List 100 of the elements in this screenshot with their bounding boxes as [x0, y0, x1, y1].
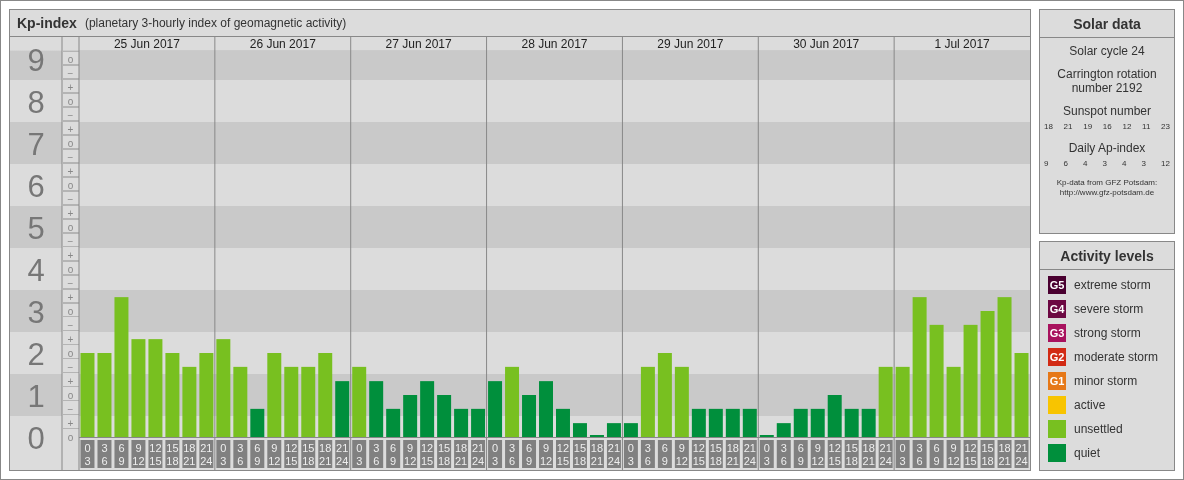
tick-mark: + [67, 81, 74, 93]
tick-mark: o [67, 263, 74, 275]
date-label: 29 Jun 2017 [657, 37, 724, 51]
hour-label: 9 12 [131, 440, 146, 468]
hour-label: 0 3 [352, 440, 367, 468]
hour-label: 15 18 [165, 440, 180, 468]
hour-label: 3 6 [776, 440, 791, 468]
tick-mark: − [67, 67, 74, 79]
tick-mark: o [67, 305, 74, 317]
sunspot-value: 21 [1063, 122, 1073, 131]
hour-label: 9 12 [267, 440, 282, 468]
tick-mark: − [67, 235, 74, 247]
solar-cycle-text: Solar cycle 24 [1069, 44, 1145, 58]
hour-label: 9 12 [403, 440, 418, 468]
axis-label: 9 [27, 42, 45, 78]
hour-label: 15 18 [301, 440, 316, 468]
hour-label: 18 21 [589, 440, 604, 468]
sunspot-value: 19 [1083, 122, 1093, 131]
hour-label: 3 6 [640, 440, 655, 468]
hour-label: 9 12 [539, 440, 553, 468]
hour-label: 15 18 [437, 440, 452, 468]
hour-label: 18 21 [997, 440, 1012, 468]
hour-label: 18 21 [861, 440, 876, 468]
sunspot-value: 18 [1044, 122, 1053, 131]
hour-label: 18 21 [725, 440, 740, 468]
date-label: 26 Jun 2017 [249, 37, 316, 51]
hour-label: 9 12 [810, 440, 825, 468]
tick-mark: + [67, 207, 74, 219]
axis-label: 3 [27, 294, 45, 330]
hour-label: 21 24 [878, 440, 893, 468]
hour-label: 0 3 [895, 440, 910, 468]
level-badge: G3 [1048, 324, 1066, 342]
ap-value: 12 [1161, 159, 1170, 168]
hour-label: 18 21 [318, 440, 333, 468]
ap-value: 9 [1044, 159, 1049, 168]
hour-label: 6 9 [114, 440, 129, 468]
tick-mark: − [67, 109, 74, 121]
level-badge: G1 [1048, 372, 1066, 390]
hour-label: 3 6 [369, 440, 384, 468]
axis-label: 5 [27, 210, 45, 246]
tick-mark: o [67, 431, 74, 443]
hour-label: 18 21 [454, 440, 469, 468]
hour-label: 6 9 [793, 440, 808, 468]
sunspot-value: 11 [1142, 122, 1151, 131]
sunspot-value: 12 [1122, 122, 1132, 131]
tick-mark: o [67, 137, 74, 149]
tick-mark: + [67, 123, 74, 135]
sunspot-value: 16 [1102, 122, 1112, 131]
date-label: 30 Jun 2017 [793, 37, 860, 51]
ap-value: 4 [1083, 159, 1088, 168]
hour-label: 15 18 [708, 440, 723, 468]
ap-value: 3 [1102, 159, 1107, 168]
hour-label: 21 24 [1014, 440, 1029, 468]
hour-label: 21 24 [471, 440, 486, 468]
date-label: 27 Jun 2017 [385, 37, 452, 51]
legend-label: active [1074, 398, 1106, 412]
axis-label: 4 [27, 252, 45, 288]
tick-mark: o [67, 95, 74, 107]
tick-mark: + [67, 291, 74, 303]
legend-label: extreme storm [1074, 278, 1151, 292]
tick-mark: − [67, 151, 74, 163]
hour-label: 3 6 [97, 440, 112, 468]
section-label: Sunspot number [1062, 104, 1152, 118]
ap-value: 4 [1122, 159, 1127, 168]
hour-label: 0 3 [488, 440, 503, 468]
legend-label: minor storm [1074, 374, 1138, 388]
legend-label: strong storm [1074, 326, 1141, 340]
hour-label: 0 3 [623, 440, 638, 468]
hour-label: 3 6 [505, 440, 520, 468]
level-badge: G5 [1048, 276, 1066, 294]
panel-subtitle: (planetary 3-hourly index of geomagnetic activity) [84, 16, 347, 30]
hour-label: 12 15 [963, 440, 978, 468]
hour-label: 6 9 [522, 440, 536, 468]
tick-mark: + [67, 333, 74, 345]
axis-label: 8 [27, 84, 45, 120]
hour-label: 9 12 [946, 440, 961, 468]
hour-label: 0 3 [759, 440, 774, 468]
tick-mark: + [67, 375, 74, 387]
legend-label: severe storm [1074, 302, 1144, 316]
panel-title: Solar data [1040, 10, 1174, 38]
hour-label: 6 9 [250, 440, 265, 468]
hour-label: 12 15 [148, 440, 163, 468]
legend-label: quiet [1074, 446, 1101, 460]
hour-label: 6 9 [929, 440, 944, 468]
level-badge: G2 [1048, 348, 1066, 366]
hour-label: 21 24 [606, 440, 621, 468]
tick-mark: + [67, 165, 74, 177]
axis-label: 2 [27, 336, 45, 372]
hour-label: 12 15 [556, 440, 570, 468]
sunspot-value: 23 [1161, 122, 1170, 131]
tick-mark: o [67, 389, 74, 401]
ap-value: 3 [1141, 159, 1147, 168]
tick-mark: − [67, 361, 74, 373]
axis-label: 6 [27, 168, 45, 204]
level-badge: G4 [1048, 300, 1066, 318]
tick-mark: − [67, 403, 74, 415]
hour-label: 12 15 [827, 440, 842, 468]
tick-mark: o [67, 53, 74, 65]
hour-label: 15 18 [844, 440, 859, 468]
hour-label: 9 12 [674, 440, 689, 468]
